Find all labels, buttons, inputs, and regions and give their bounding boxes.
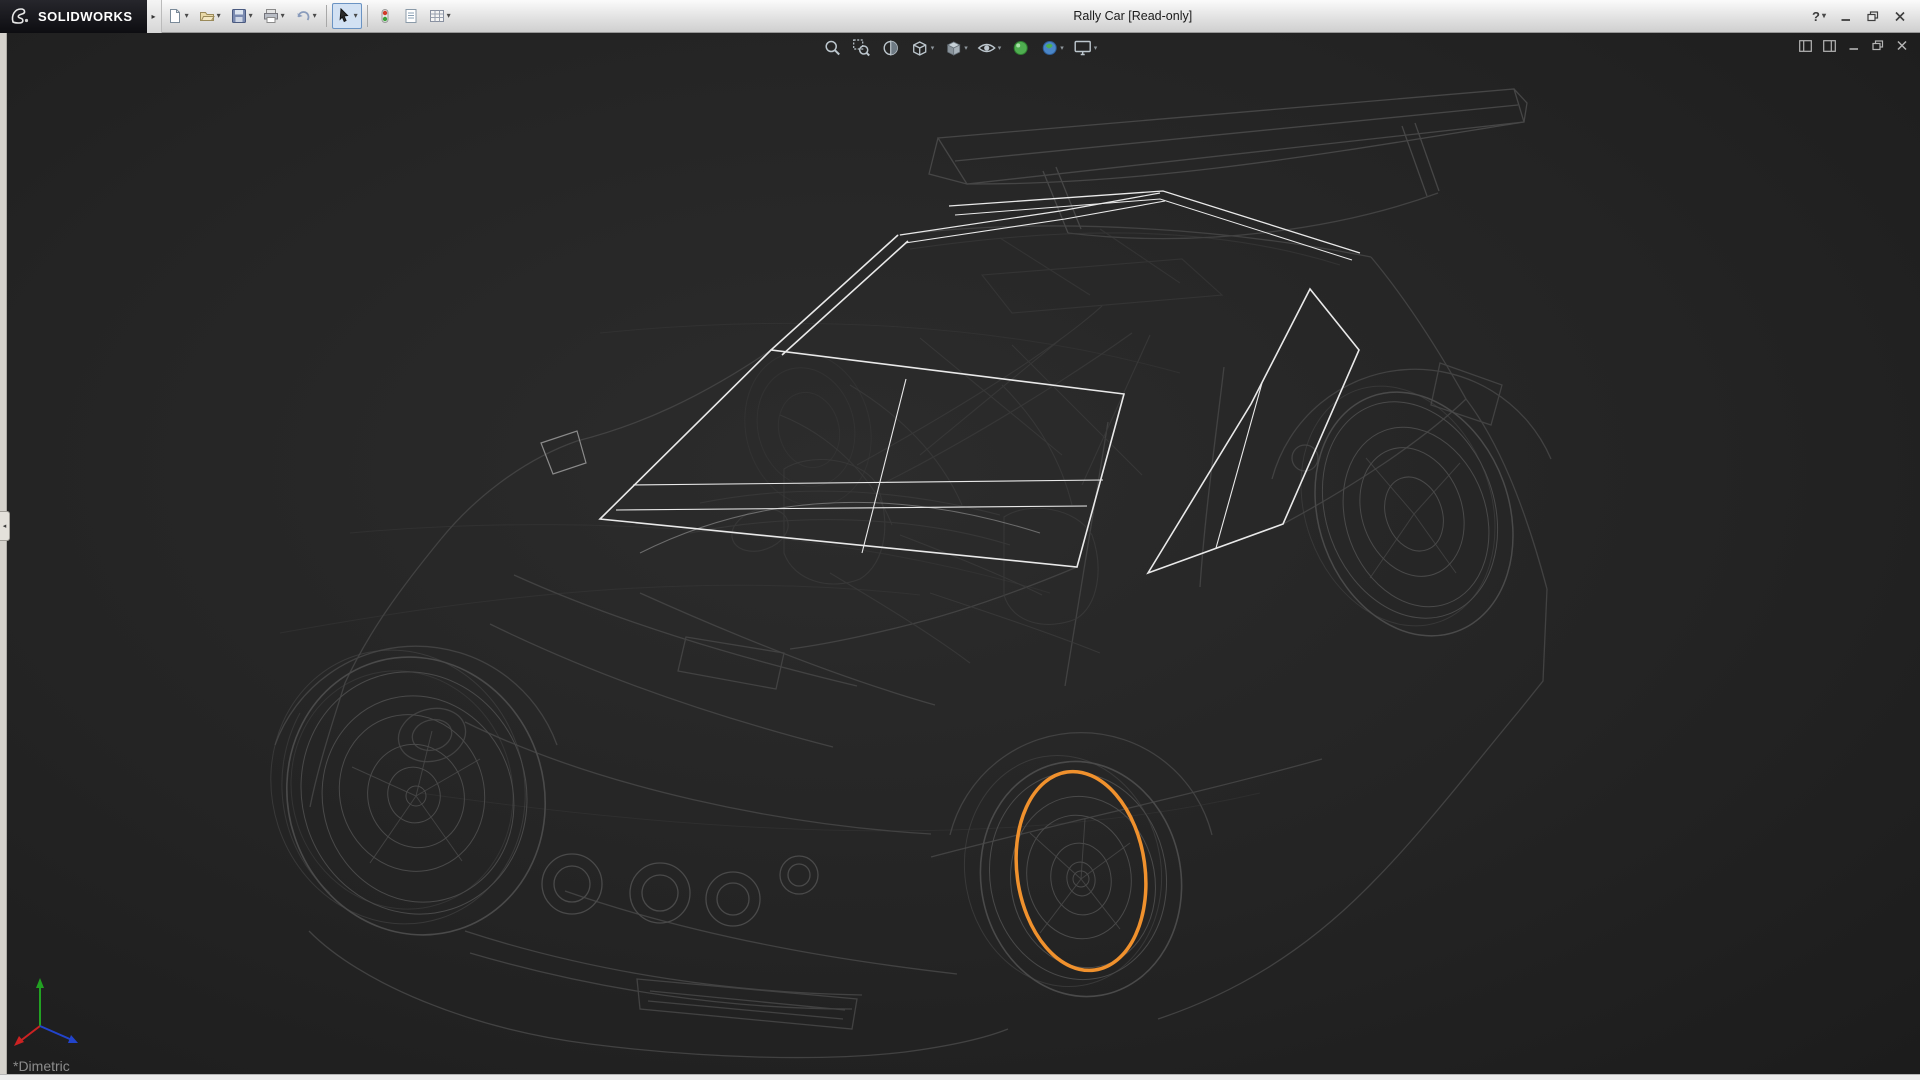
pane-left-button[interactable] (1797, 38, 1814, 53)
display-style-caret[interactable]: ▾ (964, 45, 968, 52)
status-bar (0, 1074, 1920, 1080)
edit-appearance-icon (1010, 38, 1030, 58)
zoom-to-area-icon (852, 38, 872, 58)
apply-scene-button[interactable]: ▾ (1036, 36, 1067, 60)
rear-right-wheel[interactable] (1269, 359, 1546, 664)
model-wireframe[interactable] (0, 33, 1920, 1074)
options-table-icon (429, 8, 445, 24)
zoom-to-fit-icon (823, 38, 843, 58)
print-caret[interactable]: ▾ (281, 12, 285, 20)
orientation-triad (10, 970, 100, 1050)
apply-scene-caret[interactable]: ▾ (1060, 45, 1064, 52)
doc-minimize-button[interactable] (1845, 38, 1862, 53)
heads-up-view-toolbar: ▾ ▾ ▾ (820, 36, 1101, 60)
front-left-wheel[interactable] (236, 617, 581, 969)
toolbar-separator (367, 5, 368, 27)
minimize-icon (1840, 11, 1852, 22)
restore-button[interactable] (1861, 7, 1885, 26)
new-caret[interactable]: ▾ (185, 12, 189, 20)
undo-button[interactable]: ▾ (291, 3, 321, 29)
view-settings-icon (1073, 38, 1093, 58)
view-settings-button[interactable]: ▾ (1070, 36, 1101, 60)
titlebar-controls: ? ▾ (1807, 7, 1920, 26)
interior-lines (690, 306, 1150, 663)
undo-icon (295, 8, 311, 24)
panel-collapse-tab[interactable]: ◂ (0, 511, 10, 541)
rebuild-icon (377, 8, 393, 24)
help-button[interactable]: ? ▾ (1807, 7, 1831, 26)
select-button[interactable]: ▾ (332, 3, 362, 29)
undo-caret[interactable]: ▾ (313, 12, 317, 20)
menu-bar: SOLIDWORKS ▸ ▾ ▾ ▾ ▾ (0, 0, 1920, 33)
help-label: ? (1812, 9, 1820, 24)
solidworks-logo: SOLIDWORKS (0, 0, 147, 33)
view-orientation-icon (910, 38, 930, 58)
pane-right-icon (1823, 40, 1836, 52)
display-style-button[interactable]: ▾ (940, 36, 971, 60)
view-orientation-button[interactable]: ▾ (907, 36, 938, 60)
save-caret[interactable]: ▾ (249, 12, 253, 20)
view-orientation-caret[interactable]: ▾ (931, 45, 935, 52)
solidworks-logo-icon (9, 5, 31, 27)
hide-show-caret[interactable]: ▾ (998, 45, 1002, 52)
restore-icon (1867, 11, 1879, 22)
doc-restore-icon (1872, 40, 1884, 51)
open-button[interactable]: ▾ (195, 3, 225, 29)
close-icon (1894, 11, 1906, 22)
save-button[interactable]: ▾ (227, 3, 257, 29)
rebuild-button[interactable] (373, 3, 397, 29)
graphics-viewport[interactable]: ◂ ▾ (0, 33, 1920, 1074)
print-button[interactable]: ▾ (259, 3, 289, 29)
menu-flyout-button[interactable]: ▸ (147, 0, 162, 33)
minimize-button[interactable] (1834, 7, 1858, 26)
print-icon (263, 8, 279, 24)
toolbar-separator (326, 5, 327, 27)
orientation-label: *Dimetric (13, 1058, 70, 1074)
save-icon (231, 8, 247, 24)
section-view-button[interactable] (878, 36, 904, 60)
window-title: Rally Car [Read-only] (1073, 9, 1192, 23)
open-folder-icon (199, 8, 215, 24)
construction-lines (280, 323, 1260, 831)
zoom-to-area-button[interactable] (849, 36, 875, 60)
logo-text: SOLIDWORKS (38, 9, 133, 24)
file-properties-button[interactable] (399, 3, 423, 29)
help-caret[interactable]: ▾ (1822, 12, 1826, 20)
options-button[interactable]: ▾ (425, 3, 455, 29)
doc-close-button[interactable] (1893, 38, 1910, 53)
edit-appearance-button[interactable] (1007, 36, 1033, 60)
left-edge-strip (0, 33, 7, 1074)
select-arrow-icon (336, 8, 352, 24)
open-caret[interactable]: ▾ (217, 12, 221, 20)
new-button[interactable]: ▾ (163, 3, 193, 29)
section-view-icon (881, 38, 901, 58)
rally-lights[interactable] (542, 854, 818, 926)
zoom-to-fit-button[interactable] (820, 36, 846, 60)
pane-right-button[interactable] (1821, 38, 1838, 53)
close-button[interactable] (1888, 7, 1912, 26)
hide-show-items-button[interactable]: ▾ (974, 36, 1005, 60)
highlighted-edges[interactable] (541, 191, 1360, 573)
doc-close-icon (1896, 40, 1908, 51)
file-properties-icon (403, 8, 419, 24)
select-caret[interactable]: ▾ (354, 12, 358, 20)
apply-scene-icon (1039, 38, 1059, 58)
view-settings-caret[interactable]: ▾ (1094, 45, 1098, 52)
display-style-icon (943, 38, 963, 58)
document-window-controls (1797, 38, 1910, 53)
front-right-wheel[interactable] (946, 740, 1200, 1013)
doc-restore-button[interactable] (1869, 38, 1886, 53)
options-caret[interactable]: ▾ (447, 12, 451, 20)
new-document-icon (167, 8, 183, 24)
car-body-lines[interactable] (275, 193, 1551, 1058)
doc-minimize-icon (1848, 40, 1860, 51)
pane-left-icon (1799, 40, 1812, 52)
hide-show-items-icon (977, 38, 997, 58)
